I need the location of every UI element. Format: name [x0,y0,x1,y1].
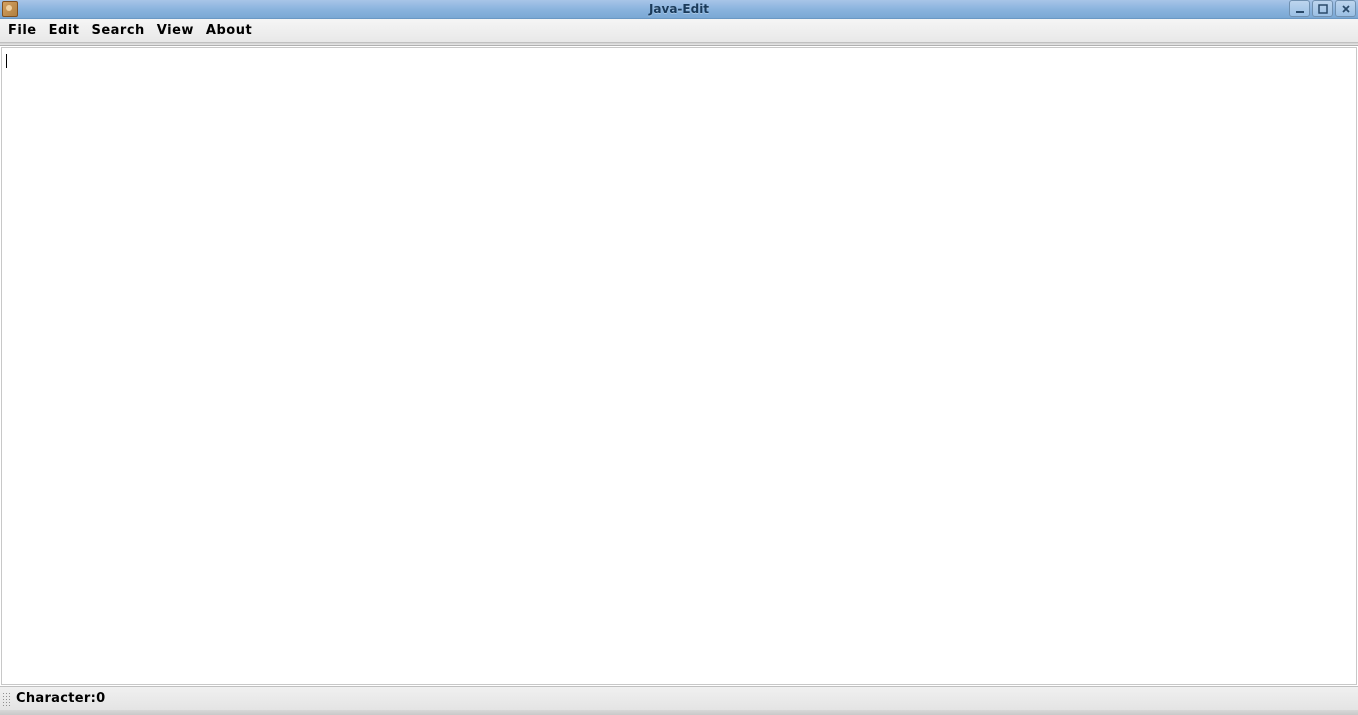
minimize-button[interactable] [1289,0,1310,17]
window-title: Java-Edit [649,2,709,16]
statusbar-grip-icon [2,692,12,706]
window-controls [1289,0,1358,18]
menu-edit[interactable]: Edit [43,20,86,41]
character-label: Character: [16,691,96,706]
menu-search[interactable]: Search [85,20,150,41]
close-button[interactable] [1335,0,1356,17]
menu-file[interactable]: File [2,20,43,41]
menu-view[interactable]: View [151,20,200,41]
menubar: File Edit Search View About [0,19,1358,43]
titlebar: Java-Edit [0,0,1358,19]
app-icon [2,1,18,17]
character-count-label: Character:0 [16,691,105,706]
menu-about[interactable]: About [200,20,258,41]
text-editor[interactable] [2,48,1356,684]
toolbar-separator [0,43,1358,46]
editor-container [1,47,1357,685]
bottom-border [0,710,1358,715]
text-cursor [6,54,7,68]
maximize-icon [1318,4,1328,14]
character-count-value: 0 [96,691,105,706]
maximize-button[interactable] [1312,0,1333,17]
minimize-icon [1295,4,1305,14]
close-icon [1341,4,1351,14]
statusbar: Character:0 [0,686,1358,710]
